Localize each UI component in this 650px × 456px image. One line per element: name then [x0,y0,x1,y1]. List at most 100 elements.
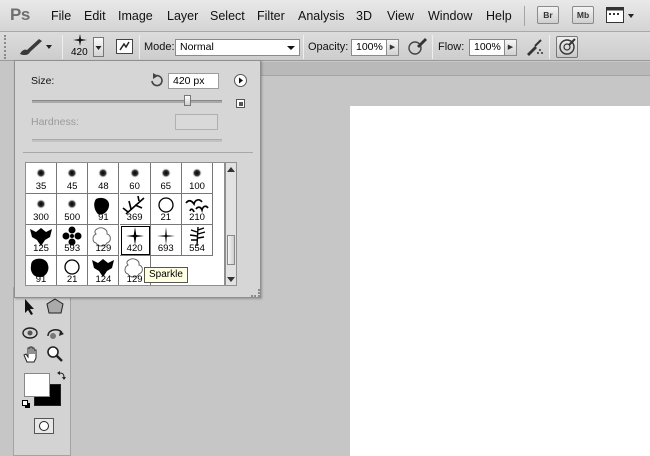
flow-label: Flow: [438,41,465,53]
tablet-opacity-button[interactable] [406,36,428,58]
brush-name-tooltip: Sparkle [144,267,188,283]
menu-bar: Ps File Edit Image Layer Select Filter A… [0,0,650,32]
magnifier-icon [47,346,63,362]
default-colors-button[interactable] [22,400,31,409]
zoom-tool[interactable] [45,345,65,363]
brush-grid-scrollbar[interactable] [225,162,237,286]
menu-file[interactable]: File [51,9,71,23]
brush-preset-sparkle[interactable]: 420 [119,225,151,256]
brush-preset-soft[interactable]: 45 [57,163,89,194]
brush-tool-icon [20,39,52,56]
brush-preset-fern[interactable]: 554 [182,225,213,256]
brush-preset-leaf[interactable]: 91 [88,194,120,225]
size-slider[interactable] [32,100,222,103]
mode-select[interactable]: Normal [175,39,300,56]
brush-preset-soft[interactable]: 35 [26,163,57,194]
flow-input[interactable]: 100% [469,39,505,56]
airbrush-button[interactable] [523,36,545,58]
brush-preset-flower[interactable]: 593 [57,225,89,256]
brush-preset-soft[interactable]: 48 [88,163,120,194]
picker-divider [23,152,253,153]
options-separator [303,35,304,59]
brush-preset-picker[interactable]: 420 [70,34,106,60]
size-slider-thumb[interactable] [184,95,192,106]
menu-help[interactable]: Help [486,9,512,23]
menu-view[interactable]: View [387,9,414,23]
menu-3d[interactable]: 3D [356,9,372,23]
reset-size-button[interactable] [149,73,163,87]
screen-mode-button[interactable] [606,7,636,24]
brush-panel-toggle[interactable] [114,36,136,58]
menu-separator [524,6,525,26]
menu-image[interactable]: Image [118,9,153,23]
brush-picker-dropdown[interactable] [93,37,104,57]
arrow-cursor-icon [25,299,34,315]
scroll-up-arrow[interactable] [227,165,235,173]
brush-preset-ivy[interactable]: 125 [26,225,57,256]
menu-filter[interactable]: Filter [257,9,285,23]
quick-mask-button[interactable] [34,418,54,434]
brush-preset-grass[interactable]: 369 [119,194,151,225]
screen-mode-icon [606,7,634,23]
opacity-label: Opacity: [308,41,349,53]
brush-preset-ring[interactable]: 21 [150,194,182,225]
tablet-size-button[interactable] [556,36,578,58]
brush-preset-foil[interactable]: 129 [88,225,120,256]
brush-preset-birds[interactable]: 210 [182,194,213,225]
path-selection-tool[interactable] [21,298,41,316]
scroll-thumb[interactable] [227,235,235,265]
mini-bridge-button[interactable]: Mb [572,6,594,24]
brush-preset-soft[interactable]: 300 [26,194,57,225]
bridge-button[interactable]: Br [537,6,559,24]
brush-preset-ivy[interactable]: 124 [88,256,120,285]
hand-icon [23,346,37,363]
airbrush-icon [527,39,543,56]
new-preset-icon [236,99,245,108]
size-input[interactable]: 420 px [168,73,219,89]
new-preset-button[interactable] [236,99,246,109]
tool-preset-picker[interactable] [16,35,54,57]
menu-edit[interactable]: Edit [84,9,106,23]
3d-rotate-tool[interactable] [21,324,41,342]
resize-grip[interactable] [251,289,260,297]
menu-layer[interactable]: Layer [167,9,198,23]
brush-preset-size: 420 [126,243,143,254]
opacity-slider-button[interactable]: ▶ [386,39,399,56]
scroll-down-arrow[interactable] [227,274,235,282]
3d-orbit-icon [47,329,64,339]
brush-preset-soft[interactable]: 100 [182,163,213,194]
flow-slider-button[interactable]: ▶ [504,39,517,56]
tablet-pressure-size-icon [559,38,576,55]
swap-colors-button[interactable] [57,370,67,380]
menu-select[interactable]: Select [210,9,245,23]
menu-window[interactable]: Window [428,9,472,23]
brush-preset-blob[interactable]: 91 [26,256,57,285]
brush-preset-size: 369 [126,212,143,223]
brush-preset-size: 124 [95,274,112,285]
opacity-input[interactable]: 100% [351,39,387,56]
hardness-slider [32,139,222,142]
panel-menu-icon [234,74,247,87]
hand-tool[interactable] [21,345,41,363]
document-canvas[interactable] [350,106,650,456]
default-colors-icon [22,400,30,408]
brush-preset-soft[interactable]: 60 [119,163,151,194]
brush-preset-ring[interactable]: 21 [57,256,89,285]
mode-label: Mode: [144,41,175,53]
brush-preset-size: 100 [189,181,205,192]
brush-preset-size: 554 [189,243,205,254]
shape-tool[interactable] [45,298,65,316]
chevron-up-icon [227,167,235,172]
brush-preset-star[interactable]: 693 [150,225,182,256]
brush-preset-soft[interactable]: 500 [57,194,89,225]
brush-preset-size: 91 [98,212,109,223]
brush-preset-soft[interactable]: 65 [150,163,182,194]
brush-preset-size: 500 [64,212,81,223]
menu-analysis[interactable]: Analysis [298,9,345,23]
3d-orbit-tool[interactable] [45,324,65,342]
brush-panel-icon [116,39,133,54]
hardness-label: Hardness: [31,116,79,128]
tools-panel [13,287,71,456]
foreground-color-swatch[interactable] [24,373,50,397]
picker-menu-button[interactable] [234,74,247,87]
